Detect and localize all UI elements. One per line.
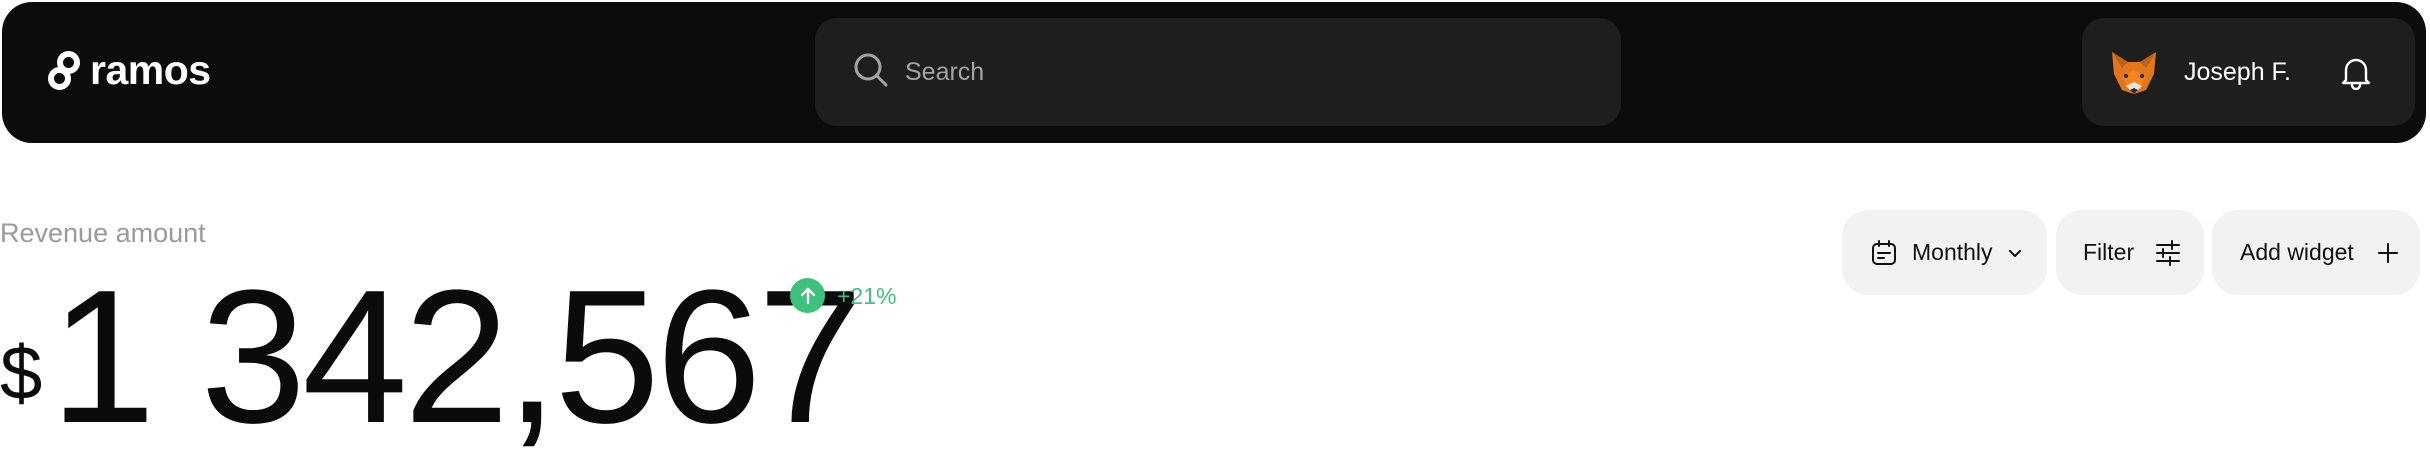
user-name: Joseph F. (2184, 58, 2292, 86)
calendar-icon (1872, 239, 1896, 265)
fox-avatar (2112, 52, 2156, 94)
change-badge: +21% (790, 278, 896, 313)
period-label: Monthly (1912, 239, 1993, 265)
change-percent: +21% (837, 282, 897, 309)
sliders-icon (2156, 239, 2181, 266)
brand-name: ramos (90, 47, 211, 93)
filter-button[interactable]: Filter (2056, 210, 2204, 295)
plus-icon (2377, 242, 2398, 263)
chevron-down-icon (2008, 249, 2021, 257)
top-navigation-bar: ramos Joseph F. (2, 2, 2426, 143)
search-bar[interactable] (815, 18, 1621, 126)
filter-label: Filter (2083, 239, 2135, 265)
currency-symbol: $ (0, 331, 43, 416)
bell-icon[interactable] (2340, 56, 2372, 90)
period-dropdown[interactable]: Monthly (1842, 210, 2047, 295)
chain-link-logo-icon (47, 50, 80, 90)
arrow-up-icon (790, 278, 825, 313)
add-widget-button[interactable]: Add widget (2212, 210, 2420, 295)
revenue-label: Revenue amount (0, 218, 206, 248)
user-menu[interactable]: Joseph F. (2082, 18, 2415, 126)
revenue-amount: 1 342,567 (50, 251, 863, 463)
search-input[interactable] (905, 46, 1585, 98)
add-widget-label: Add widget (2240, 239, 2354, 265)
search-icon (854, 53, 888, 87)
brand-logo[interactable]: ramos (46, 50, 211, 91)
